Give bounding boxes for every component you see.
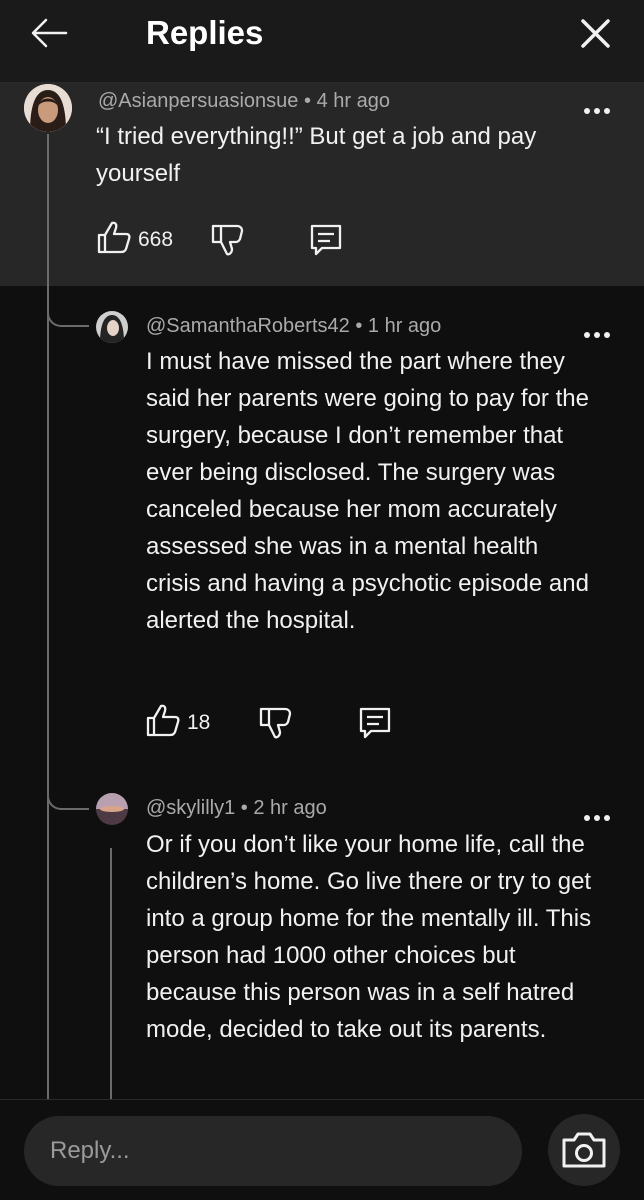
dislike-icon[interactable]	[258, 705, 294, 741]
meta-separator: •	[303, 90, 311, 112]
comment-time: 1 hr ago	[367, 315, 442, 337]
thread-branch	[47, 285, 89, 327]
avatar[interactable]	[96, 793, 128, 825]
comment-text: Or if you don’t like your home life, cal…	[146, 831, 592, 1043]
comment-meta: @skylilly1 • 2 hr ago	[146, 797, 327, 820]
reply-input[interactable]	[24, 1116, 522, 1186]
avatar[interactable]	[24, 84, 72, 132]
meta-separator: •	[355, 315, 363, 337]
reply-icon[interactable]	[308, 222, 344, 258]
header-bar: Replies	[0, 0, 644, 83]
close-icon	[581, 19, 610, 48]
thread-line	[47, 134, 49, 1099]
like-count: 668	[138, 228, 174, 251]
camera-button[interactable]	[548, 1114, 620, 1186]
camera-icon	[562, 1132, 606, 1168]
back-button[interactable]	[22, 12, 78, 56]
like-icon[interactable]	[96, 220, 132, 256]
dislike-icon[interactable]	[210, 222, 246, 258]
comment-text: “I tried everything!!” But get a job and…	[96, 123, 537, 187]
comment-time: 2 hr ago	[253, 797, 327, 819]
comment-time: 4 hr ago	[316, 90, 390, 112]
comment-meta: @SamanthaRoberts42 • 1 hr ago	[146, 315, 441, 338]
page-title: Replies	[146, 14, 264, 51]
comment-handle[interactable]: @skylilly1	[146, 797, 235, 819]
like-icon[interactable]	[145, 703, 181, 739]
avatar[interactable]	[96, 311, 128, 343]
reply-bar	[0, 1099, 644, 1200]
reply-icon[interactable]	[357, 705, 393, 741]
avatar-image	[96, 793, 128, 825]
close-button[interactable]	[572, 12, 620, 56]
comment-text: I must have missed the part where they s…	[146, 348, 589, 634]
like-count: 18	[187, 711, 211, 734]
meta-separator: •	[240, 797, 248, 819]
avatar-image	[96, 311, 128, 343]
arrow-left-icon	[31, 18, 68, 48]
thread-line-nested	[110, 848, 112, 1099]
comment-meta: @Asianpersuasionsue • 4 hr ago	[98, 90, 390, 113]
avatar-image	[24, 84, 72, 132]
thread-branch	[47, 768, 89, 810]
comment-handle[interactable]: @Asianpersuasionsue	[98, 90, 298, 112]
comment-handle[interactable]: @SamanthaRoberts42	[146, 315, 350, 337]
